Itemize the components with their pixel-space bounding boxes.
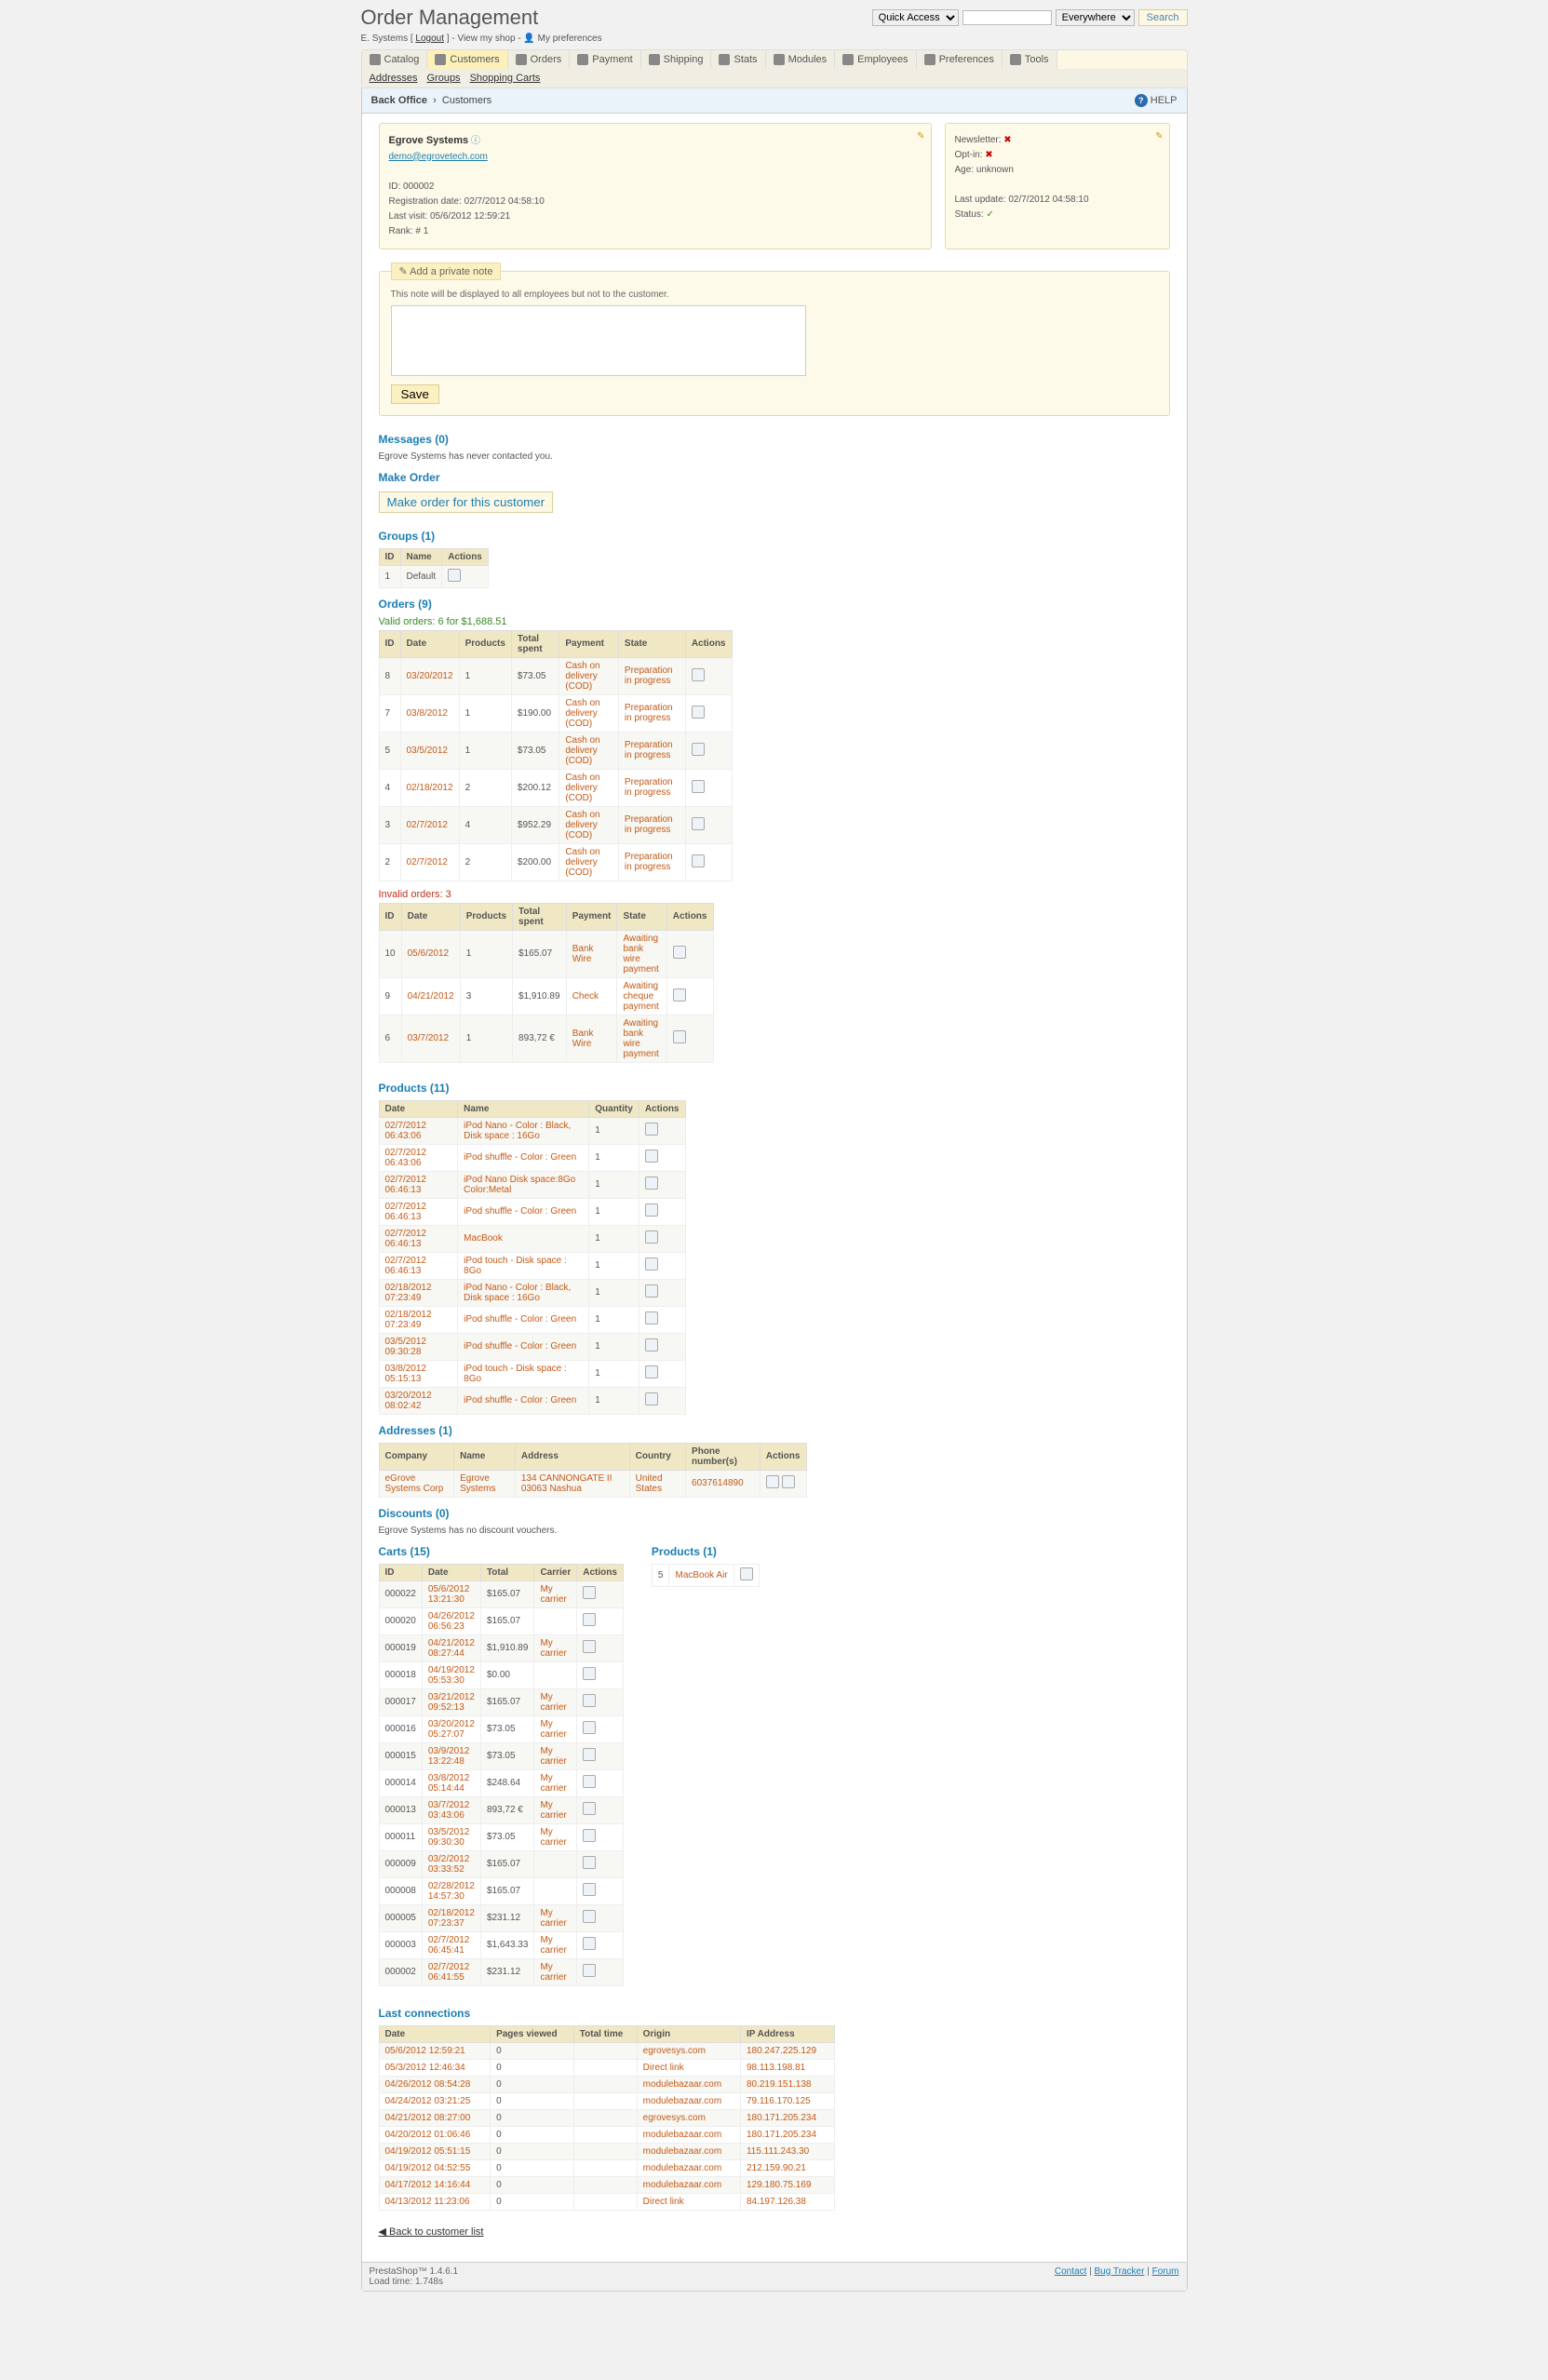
orders-heading: Orders (9) [379,598,1170,611]
addresses-table: CompanyNameAddressCountryPhone number(s)… [379,1443,807,1498]
valid-orders-table: IDDateProductsTotal spentPaymentStateAct… [379,630,733,881]
customer-email-link[interactable]: demo@egrovetech.com [389,152,488,162]
view-icon[interactable] [583,1910,596,1923]
subtab-shopping-carts[interactable]: Shopping Carts [470,73,541,84]
note-textarea[interactable] [391,305,806,376]
addresses-heading: Addresses (1) [379,1424,1170,1437]
discounts-heading: Discounts (0) [379,1507,1170,1520]
tab-employees[interactable]: Employees [835,50,916,69]
view-icon[interactable] [645,1150,658,1163]
search-input[interactable] [962,10,1052,25]
tab-orders[interactable]: Orders [508,50,571,69]
subtab-groups[interactable]: Groups [426,73,460,84]
tab-payment[interactable]: Payment [570,50,640,69]
delete-icon[interactable] [782,1475,795,1488]
view-icon[interactable] [645,1123,658,1136]
view-icon[interactable] [692,706,705,719]
valid-orders-label: Valid orders: 6 for $1,688.51 [379,616,1170,627]
view-icon[interactable] [692,854,705,867]
view-icon[interactable] [645,1257,658,1271]
view-icon[interactable] [645,1230,658,1244]
make-order-button[interactable]: Make order for this customer [379,491,554,513]
view-icon[interactable] [692,668,705,681]
note-hint: This note will be displayed to all emplo… [391,289,1158,300]
products-heading: Products (11) [379,1082,1170,1095]
products2-table: 5MacBook Air [652,1564,760,1587]
breadcrumb: E. Systems [ Logout ] - View my shop - 👤… [361,34,1188,44]
view-icon[interactable] [673,946,686,959]
groups-heading: Groups (1) [379,530,1170,543]
products2-heading: Products (1) [652,1545,760,1558]
view-icon[interactable] [583,1721,596,1734]
tab-preferences[interactable]: Preferences [917,50,1003,69]
back-link[interactable]: ◀ Back to customer list [379,2225,484,2238]
view-icon[interactable] [583,1694,596,1707]
view-icon[interactable] [583,1640,596,1653]
view-icon[interactable] [673,988,686,1002]
view-icon[interactable] [583,1748,596,1761]
messages-text: Egrove Systems has never contacted you. [379,451,1170,462]
view-icon[interactable] [583,1883,596,1896]
private-note-box: ✎ Add a private note This note will be d… [379,262,1170,416]
view-icon[interactable] [583,1937,596,1950]
page-title: Order Management [361,6,539,30]
view-icon[interactable] [583,1829,596,1842]
invalid-orders-table: IDDateProductsTotal spentPaymentStateAct… [379,903,714,1063]
view-icon[interactable] [692,817,705,830]
view-icon[interactable] [645,1284,658,1298]
view-icon[interactable] [583,1964,596,1977]
tab-stats[interactable]: Stats [711,50,765,69]
edit-news-icon[interactable]: ✎ [1155,129,1163,144]
view-icon[interactable] [673,1030,686,1043]
products-table: DateNameQuantityActions02/7/2012 06:43:0… [379,1100,686,1415]
view-icon[interactable] [583,1802,596,1815]
view-icon[interactable] [692,743,705,756]
note-legend: ✎ Add a private note [391,262,502,280]
view-icon[interactable] [645,1177,658,1190]
view-icon[interactable] [583,1613,596,1626]
tab-catalog[interactable]: Catalog [362,50,428,69]
messages-heading: Messages (0) [379,433,1170,446]
search-scope-select[interactable]: Everywhere [1056,9,1135,26]
tab-modules[interactable]: Modules [766,50,836,69]
discounts-text: Egrove Systems has no discount vouchers. [379,1526,1170,1536]
carts-table: IDDateTotalCarrierActions00002205/6/2012… [379,1564,624,1986]
connections-table: DatePages viewedTotal timeOriginIP Addre… [379,2025,835,2211]
view-icon[interactable] [583,1586,596,1599]
newsletter-card: ✎ Newsletter: ✖ Opt-in: ✖ Age: unknown L… [945,123,1170,249]
tab-tools[interactable]: Tools [1003,50,1057,69]
invalid-orders-label: Invalid orders: 3 [379,889,1170,900]
save-note-button[interactable]: Save [391,384,439,404]
view-icon[interactable] [448,569,461,582]
view-icon[interactable] [645,1311,658,1324]
footer-bug[interactable]: Bug Tracker [1095,2266,1145,2277]
quick-access-select[interactable]: Quick Access [872,9,959,26]
carts-heading: Carts (15) [379,1545,624,1558]
view-icon[interactable] [583,1856,596,1869]
footer-contact[interactable]: Contact [1055,2266,1086,2277]
subtab-addresses[interactable]: Addresses [370,73,418,84]
groups-table: IDNameActions1Default [379,548,489,588]
footer-forum[interactable]: Forum [1152,2266,1179,2277]
help-link[interactable]: ? HELP [1135,94,1178,107]
logout-link[interactable]: Logout [415,34,444,44]
view-icon[interactable] [692,780,705,793]
edit-customer-icon[interactable]: ✎ [917,129,924,144]
edit-icon[interactable] [766,1475,779,1488]
view-icon[interactable] [583,1775,596,1788]
crumb-back-office: Back Office [371,95,428,106]
view-icon[interactable] [645,1392,658,1405]
search-button[interactable]: Search [1138,9,1188,26]
customer-card: ✎ Egrove Systems ⓘ demo@egrovetech.com I… [379,123,932,249]
connections-heading: Last connections [379,2007,1170,2020]
view-icon[interactable] [583,1667,596,1680]
view-icon[interactable] [740,1567,753,1580]
view-icon[interactable] [645,1203,658,1217]
tab-shipping[interactable]: Shipping [641,50,712,69]
make-order-heading: Make Order [379,471,1170,484]
view-icon[interactable] [645,1365,658,1378]
crumb-section: Customers [442,95,491,106]
tab-customers[interactable]: Customers [427,50,507,69]
view-icon[interactable] [645,1338,658,1351]
